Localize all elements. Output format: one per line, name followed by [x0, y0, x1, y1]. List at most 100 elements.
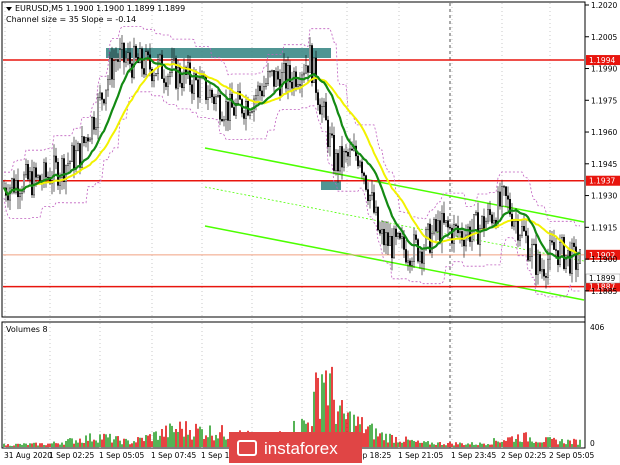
candle-body: [365, 175, 368, 190]
candle-body: [295, 71, 298, 87]
candle-body: [573, 242, 576, 247]
candle-body: [539, 254, 542, 272]
candle-body: [393, 228, 396, 259]
candle-body: [116, 59, 119, 62]
candle-body: [335, 153, 338, 171]
candle-body: [405, 249, 408, 263]
candle-body: [395, 228, 398, 237]
candle-body: [311, 45, 314, 83]
candle-body: [214, 96, 217, 104]
candle-body: [321, 106, 324, 115]
price-tick-label: 1.1945: [591, 160, 617, 169]
candle-body: [433, 219, 436, 234]
candle-body: [261, 90, 264, 97]
candle-body: [469, 226, 472, 242]
candle-body: [90, 117, 93, 140]
candle-body: [343, 150, 346, 168]
lower-band-line: [3, 91, 580, 298]
candle-body: [100, 92, 103, 100]
candle-body: [275, 71, 278, 87]
instaforex-watermark: instaforex: [229, 432, 362, 463]
time-tick-label: 31 Aug 2020: [4, 451, 52, 460]
candle-body: [283, 63, 286, 73]
candle-body: [84, 137, 87, 144]
candle-body: [6, 195, 9, 201]
candle-body: [455, 224, 458, 227]
candle-body: [259, 85, 262, 92]
candle-body: [521, 226, 524, 236]
candle-body: [559, 242, 562, 266]
symbol-header: EURUSD,M5 1.1900 1.1900 1.1899 1.1899: [15, 4, 185, 13]
candle-body: [132, 45, 135, 78]
candle-body: [248, 112, 251, 116]
candle-body: [373, 192, 376, 213]
candle-body: [437, 220, 440, 232]
candle-body: [10, 178, 13, 189]
candle-body: [475, 212, 478, 215]
candle-body: [517, 219, 520, 241]
time-tick-label: 2 Sep 02:25: [501, 451, 547, 460]
candle-body: [242, 112, 245, 119]
candle-body: [220, 119, 223, 122]
candle-body: [168, 72, 171, 77]
candle-body: [68, 161, 71, 164]
candle-body: [575, 246, 578, 270]
candle-body: [421, 251, 424, 264]
candle-body: [505, 186, 508, 196]
candle-body: [86, 137, 89, 142]
candle-body: [487, 209, 490, 222]
candle-body: [267, 71, 270, 84]
candle-body: [369, 195, 372, 202]
candle-body: [21, 191, 24, 194]
time-tick-label: 1 Sep 23:45: [451, 451, 497, 460]
candle-body: [154, 73, 157, 76]
indicator-header: Channel size = 35 Slope = -0.14: [6, 15, 136, 24]
candle-body: [19, 193, 22, 198]
candle-body: [45, 162, 48, 178]
candle-body: [263, 86, 266, 97]
candle-body: [319, 104, 322, 115]
price-tick-label: 1.1990: [591, 65, 617, 74]
candle-body: [569, 249, 572, 274]
price-channel: [204, 147, 585, 301]
candle-body: [285, 63, 288, 89]
candle-body: [375, 206, 378, 213]
candle-body: [419, 251, 422, 262]
candle-body: [25, 164, 28, 176]
candle-body: [254, 95, 257, 100]
candle-body: [160, 54, 163, 79]
candle-body: [341, 146, 344, 168]
candle-body: [439, 220, 442, 242]
candle-body: [174, 58, 177, 89]
candle-body: [114, 59, 117, 61]
candle-body: [102, 99, 105, 104]
candle-body: [337, 153, 340, 172]
candle-body: [417, 239, 420, 262]
candle-body: [401, 236, 404, 239]
candle-body: [471, 230, 474, 242]
candle-body: [120, 42, 123, 50]
price-tick-label: 1.2020: [591, 1, 617, 10]
candle-body: [190, 84, 193, 94]
candle-body: [483, 216, 486, 231]
candle-body: [265, 83, 268, 87]
candle-body: [567, 249, 570, 256]
candle-body: [232, 107, 235, 116]
candle-body: [208, 89, 211, 98]
candle-body: [409, 260, 412, 266]
candle-body: [108, 58, 111, 80]
candle-body: [134, 45, 137, 58]
candle-body: [180, 82, 183, 89]
candle-body: [403, 236, 406, 250]
candle-body: [29, 171, 32, 180]
candle-body: [31, 171, 34, 196]
dropdown-arrow-icon[interactable]: [6, 7, 12, 11]
candle-body: [198, 77, 201, 98]
candle-body: [413, 234, 416, 262]
volume-tick-max: 406: [590, 323, 605, 332]
candle-body: [122, 42, 125, 63]
candle-body: [70, 145, 73, 162]
candle-body: [182, 66, 185, 89]
candle-body: [148, 54, 151, 70]
price-tick-label: 1.1915: [591, 223, 617, 232]
